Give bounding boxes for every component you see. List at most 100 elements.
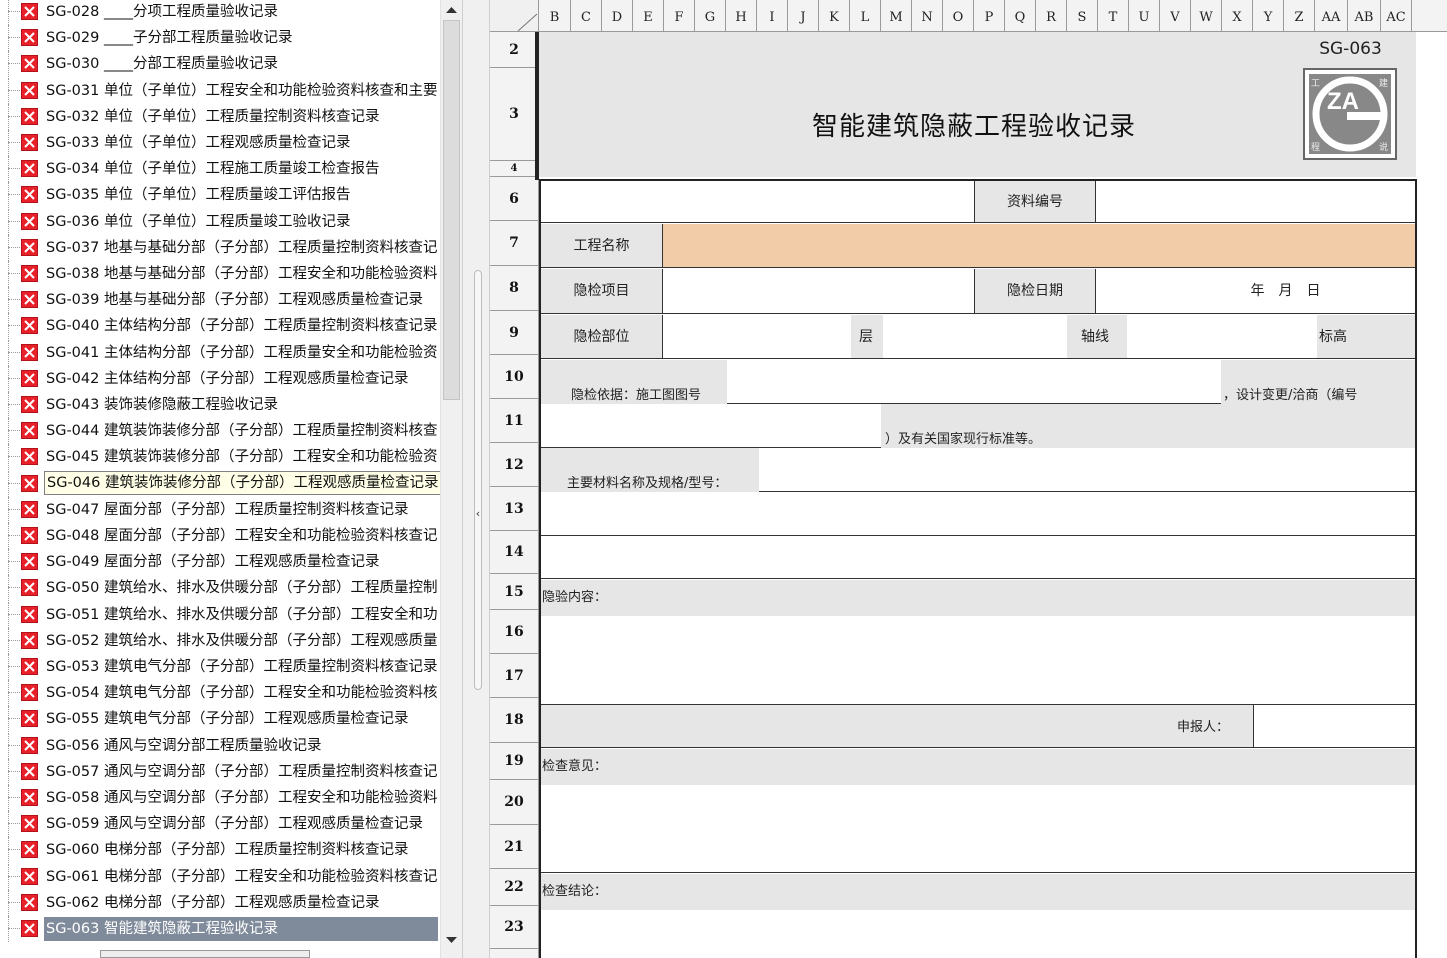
column-header[interactable]: B <box>539 0 571 32</box>
row-header[interactable]: 22 <box>490 869 538 906</box>
tree-item[interactable]: SG-056 通风与空调分部工程质量验收记录 <box>0 732 440 759</box>
column-header[interactable]: F <box>664 0 695 32</box>
row-header[interactable]: 7 <box>490 221 538 266</box>
column-header[interactable]: E <box>633 0 664 32</box>
tree-item[interactable]: SG-060 电梯分部（子分部）工程质量控制资料核查记录 <box>0 837 440 864</box>
tree-item[interactable]: SG-046 建筑装饰装修分部（子分部）工程观感质量检查记录 <box>0 470 440 497</box>
column-header[interactable]: Y <box>1253 0 1284 32</box>
form-title-cell[interactable]: 智能建筑隐蔽工程验收记录 <box>663 68 1285 177</box>
row-header[interactable]: 6 <box>490 177 538 221</box>
column-header[interactable]: L <box>850 0 881 32</box>
tree-item[interactable]: SG-042 主体结构分部（子分部）工程观感质量检查记录 <box>0 365 440 392</box>
column-header[interactable]: X <box>1222 0 1253 32</box>
column-header[interactable]: N <box>912 0 943 32</box>
row-header[interactable]: 13 <box>490 487 538 531</box>
row-header[interactable]: 2 <box>490 32 538 68</box>
column-header[interactable]: D <box>602 0 633 32</box>
tree-item[interactable]: SG-055 建筑电气分部（子分部）工程观感质量检查记录 <box>0 706 440 733</box>
column-header[interactable]: P <box>974 0 1005 32</box>
column-header[interactable]: O <box>943 0 974 32</box>
tree-item[interactable]: SG-062 电梯分部（子分部）工程观感质量检查记录 <box>0 889 440 916</box>
project-name-input[interactable] <box>663 224 1415 268</box>
opinion-area[interactable] <box>541 785 1415 873</box>
tree-item[interactable]: SG-029 ____子分部工程质量验收记录 <box>0 25 440 52</box>
scroll-down-button[interactable] <box>443 932 460 949</box>
material-line-3[interactable] <box>541 537 1415 579</box>
row-header[interactable]: 4 <box>490 161 538 177</box>
column-header[interactable]: H <box>726 0 757 32</box>
row-header[interactable]: 16 <box>490 610 538 654</box>
scroll-up-button[interactable] <box>443 2 460 19</box>
column-header[interactable]: R <box>1036 0 1067 32</box>
axis-input[interactable] <box>1127 315 1317 359</box>
column-header[interactable]: AC <box>1381 0 1412 32</box>
column-header[interactable]: C <box>571 0 602 32</box>
tree-item[interactable]: SG-035 单位（子单位）工程质量竣工评估报告 <box>0 182 440 209</box>
column-header[interactable]: AB <box>1348 0 1381 32</box>
tree-vertical-scrollbar[interactable] <box>440 0 462 958</box>
column-header[interactable]: J <box>788 0 819 32</box>
tree-item[interactable]: SG-054 建筑电气分部（子分部）工程安全和功能检验资料核 <box>0 680 440 707</box>
row-header[interactable]: 18 <box>490 698 538 743</box>
inspect-date-input[interactable]: 年 月 日 <box>1096 269 1415 314</box>
row-header[interactable]: 14 <box>490 531 538 574</box>
tree-item[interactable]: SG-052 建筑给水、排水及供暖分部（子分部）工程观感质量 <box>0 627 440 654</box>
tree-item[interactable]: SG-059 通风与空调分部（子分部）工程观感质量检查记录 <box>0 811 440 838</box>
row-header[interactable]: 23 <box>490 906 538 949</box>
column-header[interactable]: I <box>757 0 788 32</box>
drawing-no-input[interactable] <box>727 360 1221 404</box>
reporter-input[interactable] <box>1253 704 1415 748</box>
tree-item[interactable]: SG-028 ____分项工程质量验收记录 <box>0 0 440 25</box>
row-header[interactable]: 19 <box>490 743 538 780</box>
row-header[interactable]: 9 <box>490 311 538 355</box>
scroll-thumb[interactable] <box>443 20 460 400</box>
column-header[interactable]: K <box>819 0 850 32</box>
tree-item[interactable]: SG-039 地基与基础分部（子分部）工程观感质量检查记录 <box>0 287 440 314</box>
row-header[interactable]: 20 <box>490 780 538 825</box>
column-header[interactable]: AA <box>1315 0 1348 32</box>
tree-item[interactable]: SG-058 通风与空调分部（子分部）工程安全和功能检验资料 <box>0 785 440 811</box>
change-no-input[interactable] <box>541 404 881 448</box>
select-all-corner[interactable] <box>490 0 539 32</box>
column-header[interactable]: T <box>1098 0 1129 32</box>
row-header[interactable]: 3 <box>490 68 538 161</box>
tree-item[interactable]: SG-061 电梯分部（子分部）工程安全和功能检验资料核查记 <box>0 863 440 890</box>
tree-item[interactable]: SG-038 地基与基础分部（子分部）工程安全和功能检验资料 <box>0 261 440 287</box>
column-header[interactable]: S <box>1067 0 1098 32</box>
row-header[interactable]: 11 <box>490 399 538 443</box>
tree-item[interactable]: SG-045 建筑装饰装修分部（子分部）工程安全和功能检验资 <box>0 444 440 471</box>
row-header[interactable]: 10 <box>490 355 538 399</box>
spreadsheet[interactable]: B C D E F G H I J K L M N O P Q R S T U V W X Y Z AA AB AC 23467891… <box>490 0 1447 958</box>
material-line-2[interactable] <box>541 492 1415 536</box>
tree-item[interactable]: SG-044 建筑装饰装修分部（子分部）工程质量控制资料核查 <box>0 418 440 445</box>
column-header[interactable]: Z <box>1284 0 1315 32</box>
column-header[interactable]: M <box>881 0 912 32</box>
column-header[interactable]: Q <box>1005 0 1036 32</box>
row-header[interactable]: 17 <box>490 654 538 698</box>
tree-item[interactable]: SG-033 单位（子单位）工程观感质量检查记录 <box>0 130 440 156</box>
column-header[interactable]: V <box>1160 0 1191 32</box>
tree-item[interactable]: SG-043 装饰装修隐蔽工程验收记录 <box>0 392 440 418</box>
tree-item[interactable]: SG-057 通风与空调分部（子分部）工程质量控制资料核查记 <box>0 758 440 785</box>
splitter-grip[interactable] <box>474 270 482 690</box>
inspect-item-input[interactable] <box>663 269 975 314</box>
doc-no-input[interactable] <box>1096 181 1415 223</box>
tree-item[interactable]: SG-031 单位（子单位）工程安全和功能检验资料核查和主要 <box>0 77 440 104</box>
tree-item[interactable]: SG-032 单位（子单位）工程质量控制资料核查记录 <box>0 103 440 130</box>
tree-item[interactable]: SG-040 主体结构分部（子分部）工程质量控制资料核查记录 <box>0 313 440 340</box>
column-header[interactable]: G <box>695 0 726 32</box>
row6-blank[interactable] <box>541 181 975 223</box>
form-code-cell[interactable]: SG-063 <box>1285 32 1416 68</box>
conclusion-area[interactable] <box>541 910 1415 958</box>
tree-item[interactable]: SG-050 建筑给水、排水及供暖分部（子分部）工程质量控制 <box>0 575 440 602</box>
tree-item[interactable]: SG-037 地基与基础分部（子分部）工程质量控制资料核查记 <box>0 234 440 261</box>
tree-item[interactable]: SG-051 建筑给水、排水及供暖分部（子分部）工程安全和功 <box>0 601 440 628</box>
tree-item[interactable]: SG-048 屋面分部（子分部）工程安全和功能检验资料核查记 <box>0 523 440 549</box>
panel-splitter[interactable]: ‹ <box>462 0 490 958</box>
tree-item[interactable]: SG-053 建筑电气分部（子分部）工程质量控制资料核查记录 <box>0 654 440 680</box>
tree-item[interactable]: SG-036 单位（子单位）工程质量竣工验收记录 <box>0 208 440 235</box>
tree-item[interactable]: SG-030 ____分部工程质量验收记录 <box>0 51 440 78</box>
content-area[interactable] <box>541 616 1415 704</box>
tree-item[interactable]: SG-041 主体结构分部（子分部）工程质量安全和功能检验资 <box>0 339 440 366</box>
row-header[interactable]: 15 <box>490 574 538 610</box>
